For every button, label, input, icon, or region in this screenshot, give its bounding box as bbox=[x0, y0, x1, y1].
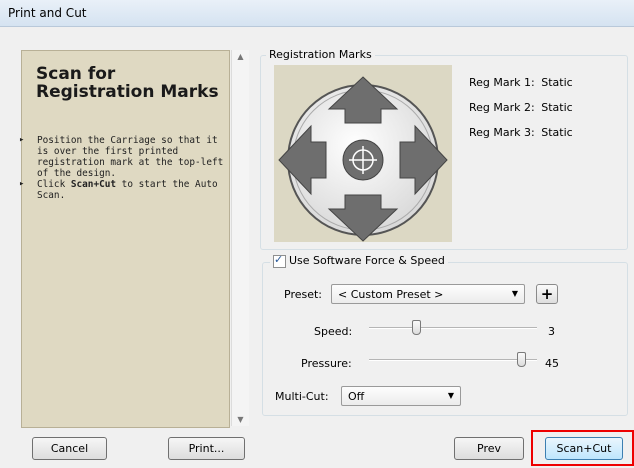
center-crosshair-icon[interactable] bbox=[342, 139, 384, 181]
add-preset-button[interactable]: + bbox=[536, 284, 558, 304]
reg-mark-1: Reg Mark 1: Static bbox=[469, 76, 573, 89]
reg-mark-3-label: Reg Mark 3: bbox=[469, 126, 535, 139]
reg-mark-2: Reg Mark 2: Static bbox=[469, 101, 573, 114]
instruction-text: Position the Carriage so that it is over… bbox=[37, 135, 224, 179]
software-force-label: Use Software Force & Speed bbox=[289, 254, 445, 267]
instruction-item: Click Scan+Cut to start the Auto Scan. bbox=[19, 179, 224, 201]
instruction-scrollbar[interactable]: ▲ ▼ bbox=[231, 50, 249, 426]
pressure-slider-track bbox=[369, 359, 537, 361]
multicut-dropdown[interactable]: Off ▼ bbox=[341, 386, 461, 406]
reg-mark-3-value: Static bbox=[541, 126, 573, 139]
pressure-label: Pressure: bbox=[301, 357, 352, 370]
multicut-label: Multi-Cut: bbox=[275, 390, 329, 403]
instruction-list: Position the Carriage so that it is over… bbox=[19, 135, 224, 201]
carriage-direction-pad bbox=[274, 65, 452, 242]
speed-label: Speed: bbox=[314, 325, 353, 338]
reg-mark-1-label: Reg Mark 1: bbox=[469, 76, 535, 89]
reg-mark-2-value: Static bbox=[541, 101, 573, 114]
instruction-text: Click bbox=[37, 179, 71, 190]
instruction-title: Scan for Registration Marks bbox=[36, 64, 219, 102]
software-force-group: Use Software Force & Speed Preset: < Cus… bbox=[262, 253, 628, 416]
reg-mark-1-value: Static bbox=[541, 76, 573, 89]
multicut-value: Off bbox=[348, 390, 365, 403]
print-button[interactable]: Print... bbox=[168, 437, 245, 460]
cancel-button[interactable]: Cancel bbox=[32, 437, 107, 460]
title-bar: Print and Cut bbox=[0, 0, 634, 27]
registration-marks-group: Registration Marks Reg Mark 1: Static Re… bbox=[260, 48, 628, 250]
speed-slider[interactable] bbox=[369, 319, 537, 337]
prev-button[interactable]: Prev bbox=[454, 437, 524, 460]
software-force-checkbox-row[interactable]: Use Software Force & Speed bbox=[270, 253, 448, 268]
plus-icon: + bbox=[540, 285, 554, 303]
instruction-panel: Scan for Registration Marks Position the… bbox=[19, 50, 230, 428]
preset-value: < Custom Preset > bbox=[338, 288, 444, 301]
reg-mark-3: Reg Mark 3: Static bbox=[469, 126, 573, 139]
pressure-slider[interactable] bbox=[369, 351, 537, 369]
direction-pad-graphic bbox=[278, 76, 448, 242]
chevron-down-icon: ▼ bbox=[447, 391, 454, 400]
registration-marks-legend: Registration Marks bbox=[266, 48, 375, 61]
instruction-emphasis: Scan+Cut bbox=[70, 179, 117, 190]
speed-value: 3 bbox=[548, 325, 555, 338]
preset-dropdown[interactable]: < Custom Preset > ▼ bbox=[331, 284, 525, 304]
scroll-up-icon[interactable]: ▲ bbox=[234, 52, 247, 61]
instruction-item: Position the Carriage so that it is over… bbox=[19, 135, 224, 179]
speed-slider-track bbox=[369, 327, 537, 329]
reg-mark-2-label: Reg Mark 2: bbox=[469, 101, 535, 114]
pressure-slider-thumb[interactable] bbox=[517, 352, 526, 367]
window-title: Print and Cut bbox=[8, 6, 87, 20]
pressure-value: 45 bbox=[545, 357, 559, 370]
chevron-down-icon: ▼ bbox=[511, 289, 518, 298]
speed-slider-thumb[interactable] bbox=[412, 320, 421, 335]
scan-cut-highlight bbox=[531, 430, 634, 466]
scroll-down-icon[interactable]: ▼ bbox=[234, 415, 247, 424]
software-force-checkbox[interactable] bbox=[273, 253, 286, 268]
preset-label: Preset: bbox=[284, 288, 323, 301]
